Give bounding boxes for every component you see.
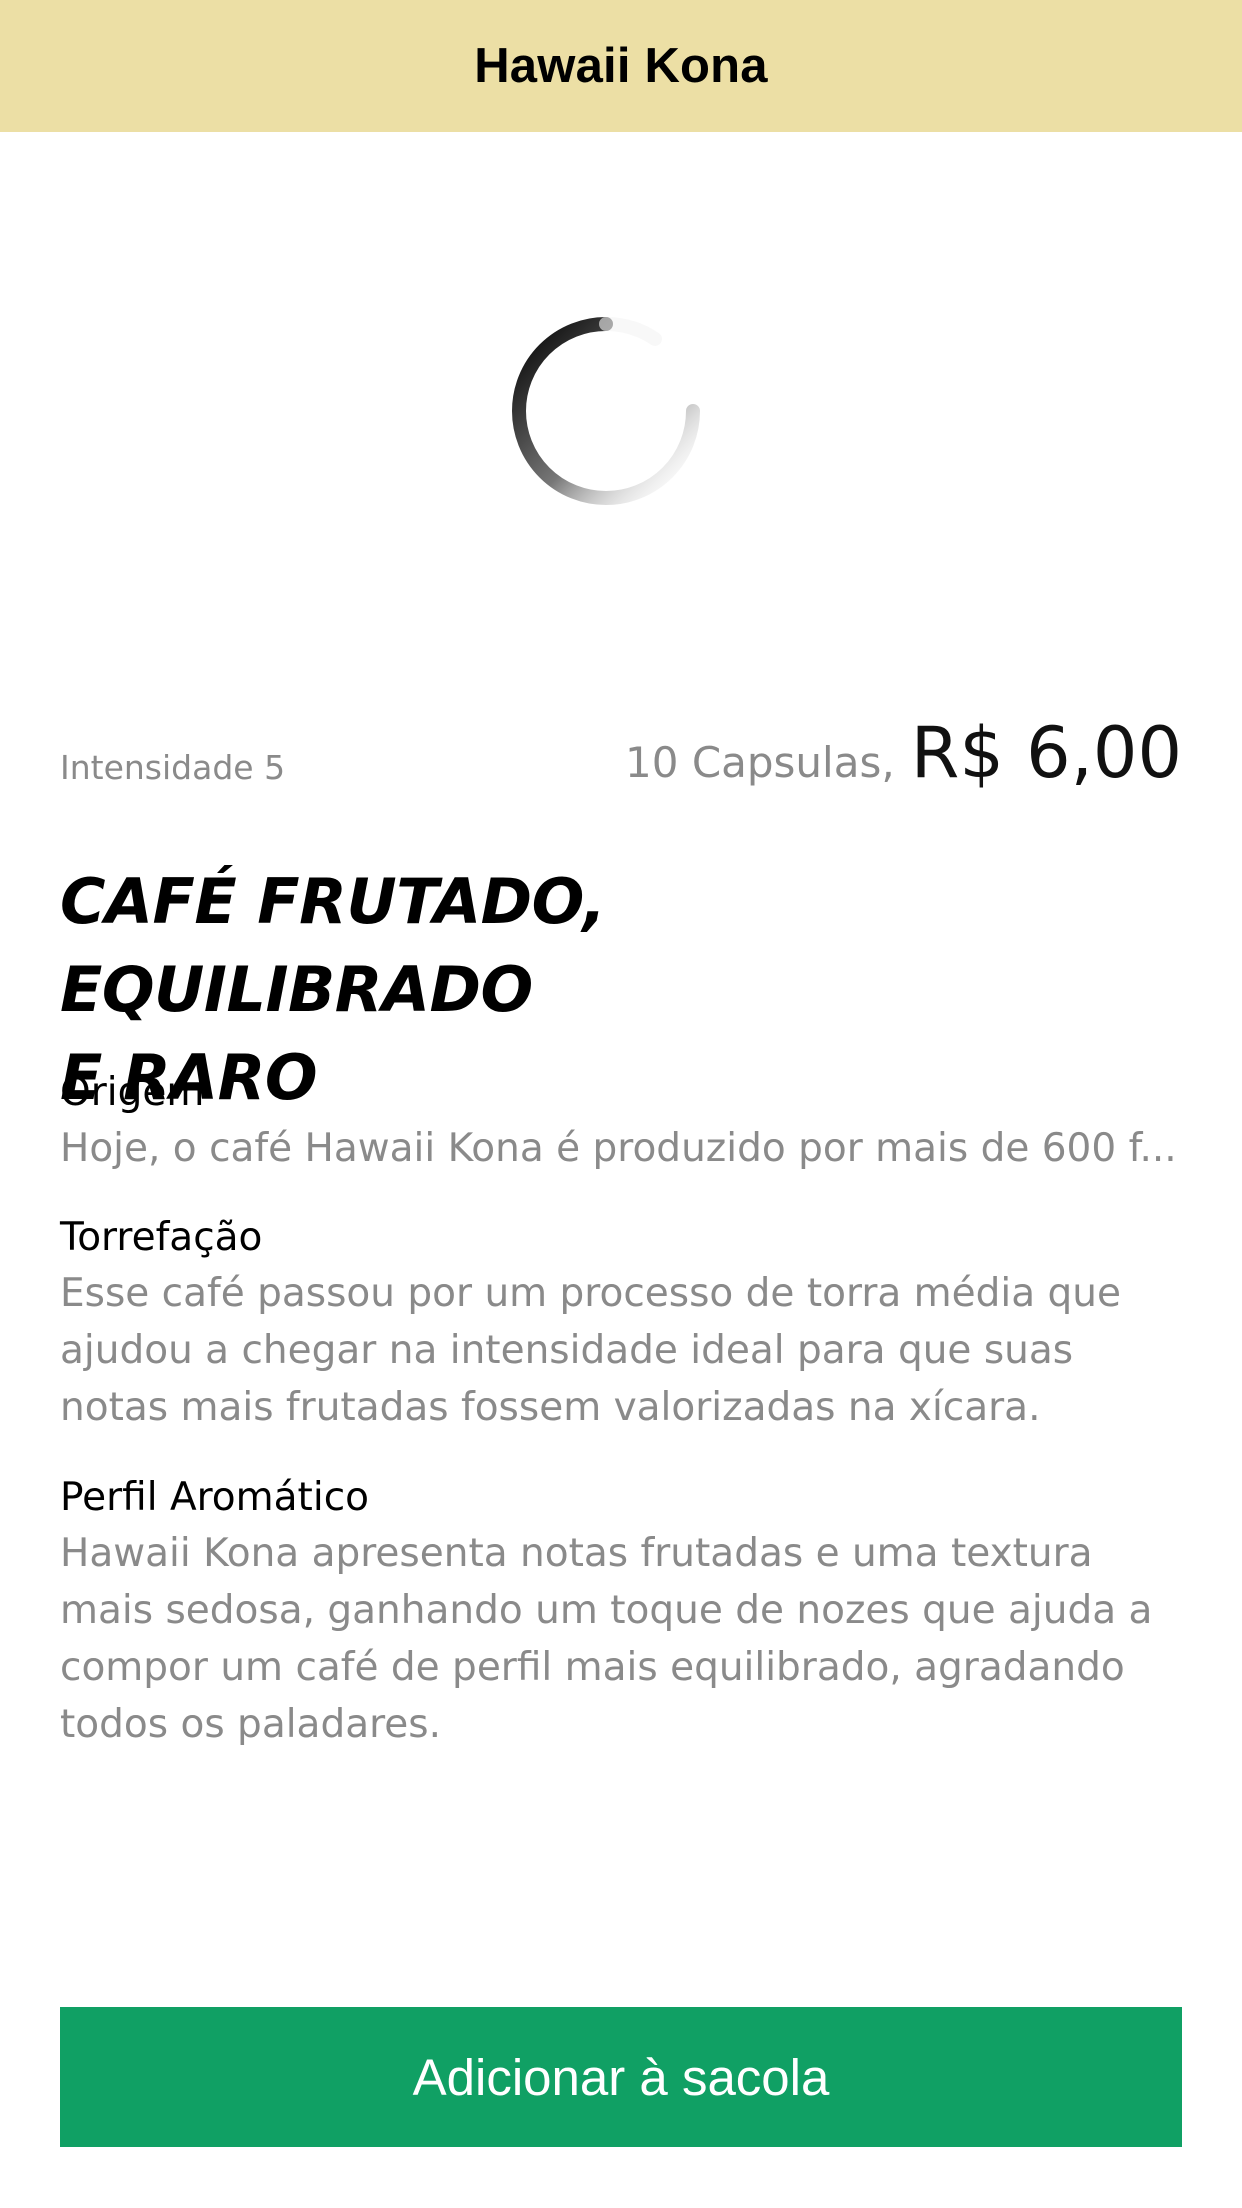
capsule-count: 10 Capsulas, [625,738,895,787]
section-title-origem: Origem [60,1070,205,1115]
section-perfil-aromatico: Perfil Aromático Hawaii Kona apresenta n… [60,1471,1190,1753]
intensity-label: Intensidade 5 [60,748,286,787]
price: R$ 6,00 [910,712,1182,794]
add-to-bag-button[interactable]: Adicionar à sacola [60,2007,1182,2147]
headline-line-1: CAFÉ FRUTADO, EQUILIBRADO [60,865,606,1026]
price-row: 10 Capsulas, R$ 6,00 [625,712,1182,794]
page-title: Hawaii Kona [474,39,768,93]
section-text-torrefacao: Esse café passou por um processo de torr… [60,1271,1121,1430]
section-text-origem[interactable]: Hoje, o café Hawaii Kona é produzido por… [60,1120,1188,1177]
section-title-torrefacao: Torrefação [60,1215,263,1260]
section-torrefacao: Torrefação Esse café passou por um proce… [60,1211,1190,1436]
section-origem: Origem Hoje, o café Hawaii Kona é produz… [60,1066,1190,1177]
app-header: Hawaii Kona [0,0,1242,132]
section-text-perfil-aromatico: Hawaii Kona apresenta notas frutadas e u… [60,1531,1153,1747]
loading-spinner-icon [512,316,700,505]
section-title-perfil-aromatico: Perfil Aromático [60,1475,369,1520]
